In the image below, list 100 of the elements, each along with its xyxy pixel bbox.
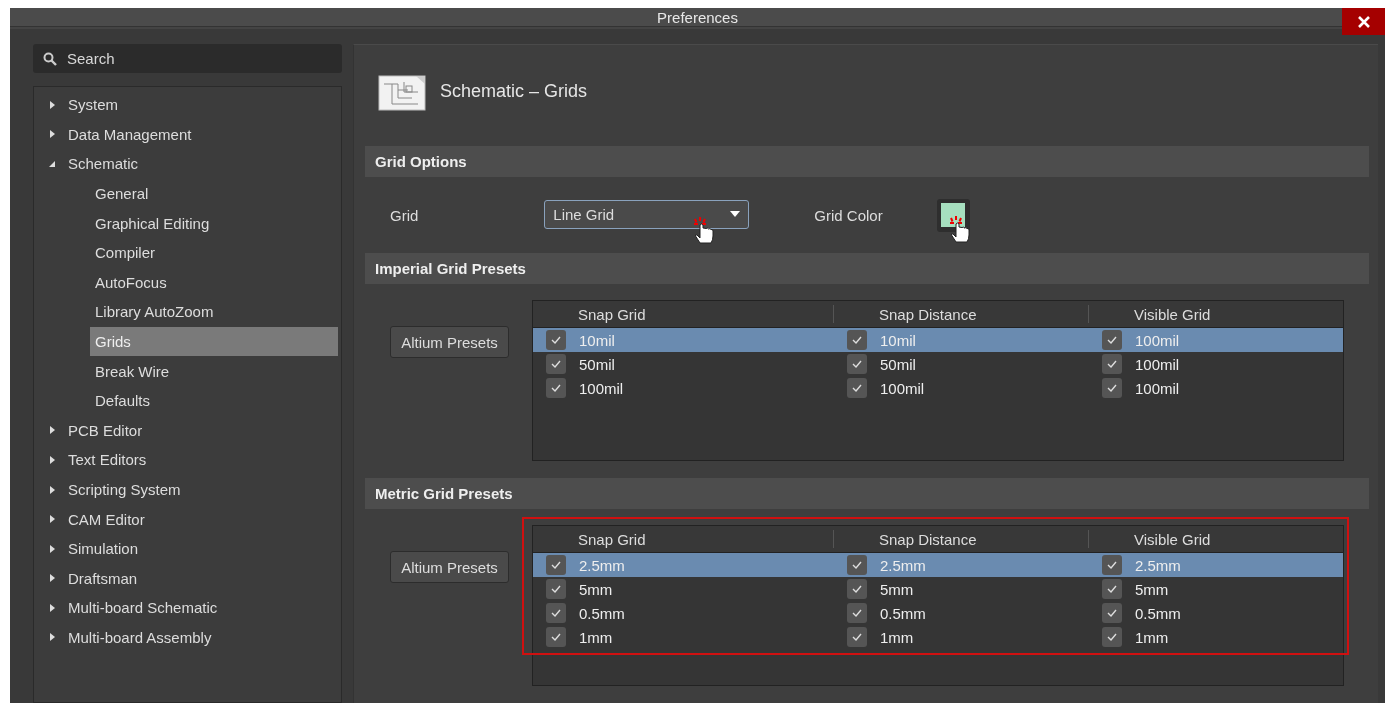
column-header: Snap Distance	[879, 530, 977, 548]
presets-button[interactable]: Altium Presets	[390, 326, 509, 358]
check-icon	[551, 585, 561, 593]
checkbox[interactable]	[546, 603, 566, 623]
page-title: Schematic – Grids	[440, 81, 588, 102]
field-label: Grid	[390, 206, 419, 224]
check-icon	[852, 609, 862, 617]
check-icon	[551, 609, 561, 617]
tree-label: Simulation	[68, 540, 139, 558]
check-icon	[551, 561, 561, 569]
tree-item[interactable]: Text Editors	[34, 445, 341, 475]
tree-label: Scripting System	[68, 481, 181, 498]
table-row[interactable]: 1mm 1mm 1mm	[533, 625, 1343, 649]
check-icon	[1107, 360, 1117, 368]
tree-label: Draftsman	[68, 569, 138, 587]
tree-item[interactable]: Grids	[90, 326, 338, 357]
tree-item[interactable]: AutoFocus	[90, 267, 338, 298]
check-icon	[1107, 561, 1117, 569]
tree-item[interactable]: Scripting System	[34, 474, 341, 505]
tree-item[interactable]: Multi-board Schematic	[34, 593, 341, 623]
field-label: Grid Color	[814, 206, 883, 224]
table-cell: 100mil	[1135, 331, 1180, 349]
table-row[interactable]: 5mm 5mm 5mm	[533, 577, 1343, 601]
close-button[interactable]	[1342, 8, 1385, 35]
hand-cursor-icon	[692, 215, 717, 246]
column-header: Snap Grid	[578, 530, 646, 548]
checkbox[interactable]	[546, 627, 566, 647]
tree-label: Text Editors	[68, 451, 147, 469]
checkbox[interactable]	[847, 354, 867, 374]
checkbox[interactable]	[1102, 555, 1122, 575]
check-icon	[852, 561, 862, 569]
check-icon	[852, 585, 862, 593]
tree-item[interactable]: Schematic	[34, 149, 341, 179]
tree-item[interactable]: Graphical Editing	[90, 208, 338, 238]
column-header: Visible Grid	[1134, 305, 1211, 323]
tree-label: Data Management	[68, 125, 192, 143]
tree-item[interactable]: Draftsman	[34, 563, 341, 594]
presets-button[interactable]: Altium Presets	[390, 551, 509, 583]
tree-item[interactable]: Break Wire	[90, 356, 338, 386]
window-title: Preferences	[657, 8, 738, 26]
tree-item[interactable]: Library AutoZoom	[90, 297, 338, 327]
checkbox[interactable]	[1102, 330, 1122, 350]
tree-item[interactable]: Defaults	[90, 385, 338, 416]
tree-item[interactable]: Simulation	[34, 533, 341, 564]
checkbox[interactable]	[847, 378, 867, 398]
checkbox[interactable]	[546, 354, 566, 374]
checkbox[interactable]	[1102, 603, 1122, 623]
tree-label: PCB Editor	[68, 421, 143, 439]
tree-item[interactable]: PCB Editor	[34, 415, 341, 446]
checkbox[interactable]	[546, 378, 566, 398]
tree-item[interactable]: System	[34, 90, 341, 120]
section-header: Imperial Grid Presets	[365, 253, 1369, 284]
check-icon	[1107, 633, 1117, 641]
tree-item[interactable]: General	[90, 178, 338, 209]
search-field[interactable]: Search	[33, 44, 342, 73]
table-row[interactable]: 50mil 50mil 100mil	[533, 352, 1343, 376]
table-cell: 50mil	[579, 355, 615, 373]
column-header: Visible Grid	[1134, 530, 1211, 548]
checkbox[interactable]	[546, 330, 566, 350]
check-icon	[852, 633, 862, 641]
table-cell: 0.5mm	[579, 604, 625, 622]
table-cell: 100mil	[1135, 355, 1180, 373]
tree-item[interactable]: Compiler	[90, 237, 338, 268]
check-icon	[1107, 609, 1117, 617]
table-cell: 100mil	[880, 379, 925, 397]
checkbox[interactable]	[1102, 579, 1122, 599]
check-icon	[852, 336, 862, 344]
table-cell: 50mil	[880, 355, 916, 373]
checkbox[interactable]	[1102, 627, 1122, 647]
table-row[interactable]: 100mil 100mil 100mil	[533, 376, 1343, 400]
checkbox[interactable]	[546, 555, 566, 575]
schematic-document-icon	[378, 74, 428, 112]
table-cell: 5mm	[579, 580, 613, 598]
checkbox[interactable]	[847, 627, 867, 647]
table-row[interactable]: 0.5mm 0.5mm 0.5mm	[533, 601, 1343, 625]
checkbox[interactable]	[1102, 354, 1122, 374]
checkbox[interactable]	[847, 579, 867, 599]
tree-item[interactable]: Data Management	[34, 119, 341, 150]
tree-label: CAM Editor	[68, 510, 145, 528]
check-icon	[852, 360, 862, 368]
table-cell: 1mm	[1135, 628, 1169, 646]
checkbox[interactable]	[847, 330, 867, 350]
checkbox[interactable]	[546, 579, 566, 599]
table-cell: 2.5mm	[1135, 556, 1181, 574]
table-cell: 1mm	[579, 628, 613, 646]
tree-item[interactable]: Multi-board Assembly	[34, 622, 341, 653]
search-icon	[43, 52, 57, 66]
table-cell: 100mil	[579, 379, 624, 397]
table-cell: 2.5mm	[579, 556, 625, 574]
checkbox[interactable]	[847, 603, 867, 623]
checkbox[interactable]	[1102, 378, 1122, 398]
checkbox[interactable]	[847, 555, 867, 575]
caret-icon	[730, 211, 741, 217]
tree-item[interactable]: CAM Editor	[34, 504, 341, 534]
check-icon	[551, 360, 561, 368]
table-cell: 0.5mm	[880, 604, 926, 622]
check-icon	[852, 384, 862, 392]
column-header: Snap Distance	[879, 305, 977, 323]
table-cell: 5mm	[880, 580, 914, 598]
table-cell: 100mil	[1135, 379, 1180, 397]
